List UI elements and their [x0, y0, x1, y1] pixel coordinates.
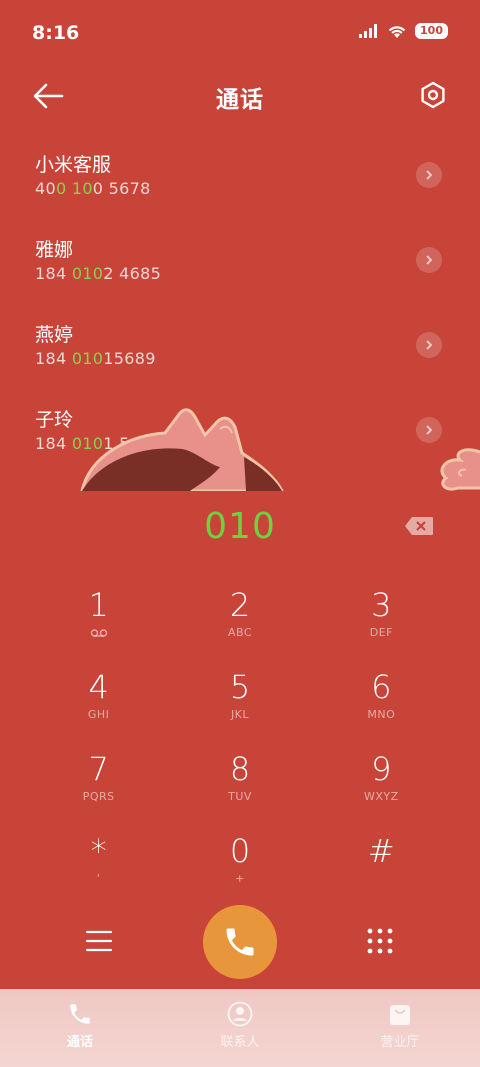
contact-detail-button[interactable]	[416, 332, 442, 358]
phone-icon	[226, 928, 254, 956]
wifi-icon	[388, 25, 406, 38]
voicemail-icon	[90, 629, 107, 637]
status-icons: 100	[359, 23, 448, 39]
signal-icon	[359, 24, 378, 38]
dial-keypad: 1 2 ABC 3 DEF 4 GHI 5 JKL 6 MNO 7 PQRS 8…	[28, 580, 452, 908]
chevron-right-icon	[426, 255, 433, 265]
key-star[interactable]: * '	[28, 826, 169, 908]
tab-label: 通话	[66, 1035, 93, 1050]
chevron-right-icon	[426, 340, 433, 350]
tab-calls[interactable]: 通话	[0, 989, 160, 1067]
key-hash[interactable]: #	[311, 826, 452, 908]
key-6[interactable]: 6 MNO	[311, 662, 452, 744]
contact-result[interactable]: 雅娜 184 0102 4685	[0, 225, 480, 310]
key-7[interactable]: 7 PQRS	[28, 744, 169, 826]
page-title: 通话	[216, 87, 264, 113]
contact-number: 400 100 5678	[35, 179, 151, 198]
dialpad-icon[interactable]	[366, 927, 394, 955]
contact-number: 184 01015689	[35, 349, 156, 368]
call-button[interactable]	[203, 905, 277, 979]
number-match: 0 10	[55, 179, 93, 198]
contact-name: 子玲	[35, 409, 74, 431]
key-8[interactable]: 8 TUV	[169, 744, 310, 826]
cloud-decoration	[440, 448, 480, 491]
contact-name: 小米客服	[35, 154, 112, 176]
tab-label: 营业厅	[380, 1035, 420, 1050]
key-3[interactable]: 3 DEF	[311, 580, 452, 662]
tab-contacts[interactable]: 联系人	[160, 989, 320, 1067]
contact-detail-button[interactable]	[416, 247, 442, 273]
dialer-actions	[0, 905, 480, 979]
backspace-icon[interactable]	[404, 516, 434, 536]
contact-result[interactable]: 小米客服 400 100 5678	[0, 140, 480, 225]
menu-icon[interactable]	[84, 927, 114, 955]
horse-decoration	[80, 408, 284, 491]
contact-detail-button[interactable]	[416, 162, 442, 188]
status-bar: 8:16 100	[0, 0, 480, 68]
contact-number: 184 0102 4685	[35, 264, 162, 283]
key-4[interactable]: 4 GHI	[28, 662, 169, 744]
number-match: 010	[71, 264, 104, 283]
key-5[interactable]: 5 JKL	[169, 662, 310, 744]
chevron-right-icon	[426, 425, 433, 435]
tab-store[interactable]: 营业厅	[320, 989, 480, 1067]
contact-result[interactable]: 燕婷 184 01015689	[0, 310, 480, 395]
phone-icon	[70, 1004, 90, 1024]
number-match: 010	[71, 349, 104, 368]
contact-name: 雅娜	[35, 239, 74, 261]
status-time: 8:16	[32, 22, 80, 44]
key-1[interactable]: 1	[28, 580, 169, 662]
header: 通话	[0, 68, 480, 124]
contacts-icon	[227, 1001, 253, 1027]
dial-display: 010	[0, 500, 480, 558]
battery-indicator: 100	[415, 23, 448, 39]
key-0[interactable]: 0 +	[169, 826, 310, 908]
chevron-right-icon	[426, 170, 433, 180]
store-icon	[390, 1005, 410, 1025]
settings-icon[interactable]	[418, 80, 448, 110]
contact-name: 燕婷	[35, 324, 74, 346]
key-2[interactable]: 2 ABC	[169, 580, 310, 662]
bottom-tab-bar: 通话 联系人 营业厅	[0, 989, 480, 1067]
tab-label: 联系人	[220, 1035, 260, 1050]
key-9[interactable]: 9 WXYZ	[311, 744, 452, 826]
